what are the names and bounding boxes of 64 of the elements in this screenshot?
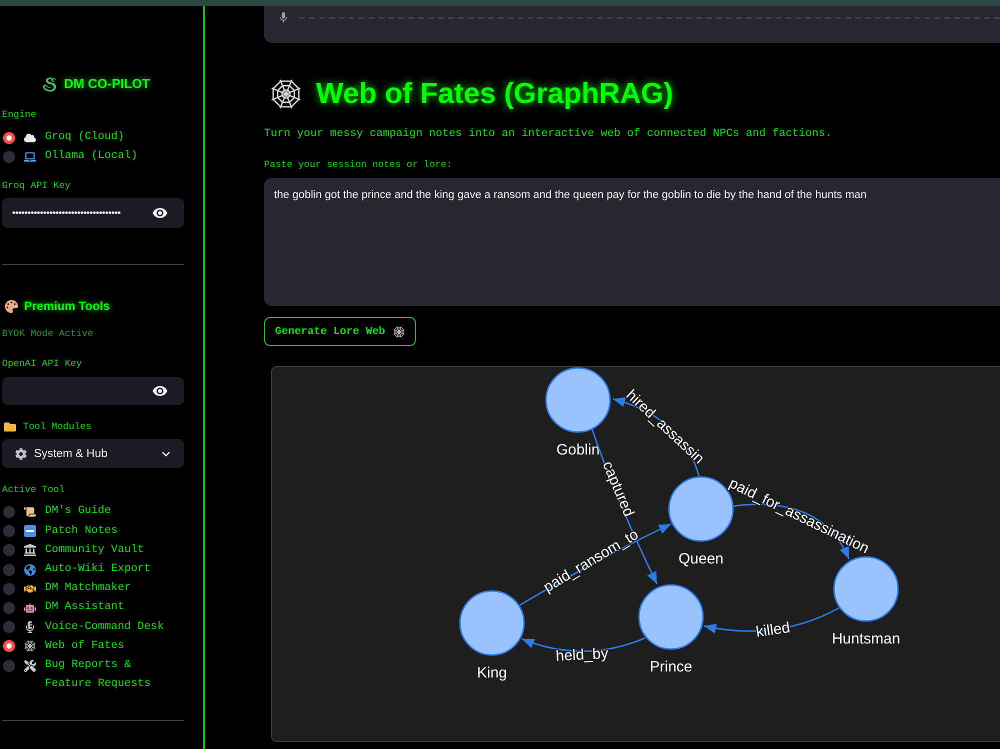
section-label: Tool Modules <box>23 420 92 434</box>
radio-button[interactable] <box>3 602 15 614</box>
sidebar-title: DM CO-PILOT <box>64 75 150 93</box>
spider-web-icon <box>393 326 406 338</box>
node-label: Prince <box>650 658 692 676</box>
node-label: King <box>476 664 508 682</box>
option-label[interactable]: Bug Reports & Feature Requests <box>45 656 170 694</box>
radio-button[interactable] <box>3 506 15 518</box>
option-label[interactable]: Groq (Cloud) <box>45 128 124 148</box>
graph-node[interactable] <box>638 584 704 650</box>
palette-icon <box>5 300 18 313</box>
option-label[interactable]: DM's Guide <box>45 502 112 522</box>
field-label: OpenAI API Key <box>2 357 82 372</box>
folder-icon <box>4 421 16 434</box>
api-key-field[interactable]: ••••••••••••••••••••••••••••••••••• <box>2 198 184 228</box>
status-text: BYOK Mode Active <box>2 327 94 342</box>
radio-button[interactable] <box>3 621 15 634</box>
graph-node[interactable] <box>459 590 525 656</box>
graph-node[interactable] <box>833 556 899 622</box>
radio-button[interactable] <box>3 640 15 652</box>
gear-icon <box>15 448 27 460</box>
badge-icon <box>24 525 36 538</box>
globe-icon <box>24 564 36 576</box>
option-label[interactable]: Community Vault <box>45 540 144 560</box>
notes-textarea[interactable]: the goblin got the prince and the king gave a ransom and the queen pay for the goblin to die by the hand of the hunts man <box>264 178 1000 306</box>
spider-web-icon <box>270 78 302 110</box>
radio-button[interactable] <box>3 525 15 538</box>
section-label: Active Tool <box>2 483 65 498</box>
microphone-icon <box>24 621 36 634</box>
api-key-field[interactable] <box>2 377 184 406</box>
field-label: Paste your session notes or lore: <box>264 158 452 172</box>
snake-icon <box>42 76 58 92</box>
option-label[interactable]: Ollama (Local) <box>45 147 138 166</box>
module-select[interactable]: System & Hub <box>2 439 184 468</box>
page-description: Turn your messy campaign notes into an interactive web of connected NPCs and factions. <box>264 127 833 142</box>
radio-button[interactable] <box>3 564 15 576</box>
microphone-icon[interactable] <box>277 11 290 24</box>
field-label: Groq API Key <box>2 179 70 194</box>
option-label[interactable]: Auto-Wiki Export <box>45 560 151 580</box>
laptop-icon <box>24 150 36 163</box>
tools-icon <box>24 660 36 672</box>
radio-button[interactable] <box>3 544 15 556</box>
generate-button[interactable]: Generate Lore Web <box>264 317 416 346</box>
section-title: Premium Tools <box>24 298 110 316</box>
option-label[interactable]: DM Assistant <box>45 598 124 618</box>
radio-button[interactable] <box>3 660 15 672</box>
section-label: Engine <box>2 108 36 122</box>
option-label[interactable]: Patch Notes <box>45 522 118 541</box>
cloud-icon <box>24 132 36 144</box>
page-title: Web of Fates (GraphRAG) <box>316 77 674 112</box>
handshake-icon <box>24 582 36 595</box>
option-label[interactable]: Web of Fates <box>45 636 124 656</box>
option-label[interactable]: DM Matchmaker <box>45 579 131 598</box>
scroll-icon <box>24 506 36 518</box>
radio-button[interactable] <box>3 582 15 595</box>
landmark-icon <box>24 544 36 556</box>
node-label: Queen <box>678 550 724 568</box>
node-label: Huntsman <box>832 630 900 648</box>
radio-button[interactable] <box>3 132 15 144</box>
robot-icon <box>24 602 36 614</box>
spider-web-icon <box>24 640 36 652</box>
graph-node[interactable] <box>545 367 611 433</box>
option-label[interactable]: Voice-Command Desk <box>45 618 164 637</box>
radio-button[interactable] <box>3 150 15 163</box>
